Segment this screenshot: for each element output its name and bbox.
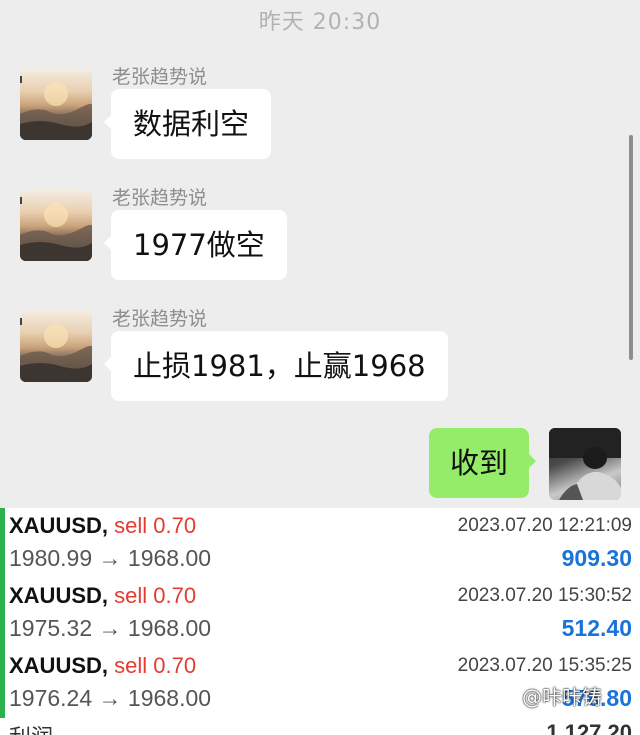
sender-name: 老张趋势说 [112,187,208,209]
my-message-bubble[interactable]: 收到 [429,428,536,498]
trade-prices: 1976.24 → 1968.00 [9,685,212,711]
chat-timestamp: 昨天 20:30 [258,10,382,35]
trade-symbol: XAUUSD, [9,653,109,678]
summary-label: 利润 [9,720,53,735]
message-bubble[interactable]: 数据利空 [103,89,272,159]
summary-row: 利润 1 127.20 [0,718,640,735]
sender-name: 老张趋势说 [112,308,208,330]
trade-side: sell [114,653,148,678]
sender-avatar[interactable] [20,310,92,382]
tick-mark [20,197,22,204]
message-bubble[interactable]: 止损1981，止赢1968 [104,331,448,401]
chat-view: 昨天 20:30 老张趋势说 数据利空 老张趋势说 1977做空 老张趋势说 止… [0,0,640,508]
my-avatar[interactable] [549,428,621,500]
trade-title: XAUUSD, sell 0.70 [9,583,196,609]
message-bubble[interactable]: 1977做空 [104,210,287,280]
trade-symbol: XAUUSD, [9,513,109,538]
sender-avatar[interactable] [20,68,92,140]
row-marker [0,648,5,718]
row-marker [0,508,5,578]
trade-lots: 0.70 [153,513,197,538]
trade-prices: 1980.99 → 1968.00 [9,545,212,571]
trade-lots: 0.70 [153,653,197,678]
trade-side: sell [114,583,148,608]
trade-lots: 0.70 [153,583,197,608]
tick-mark [20,76,22,83]
trade-profit: 512.40 [561,615,632,641]
trade-row[interactable]: XAUUSD, sell 0.70 2023.07.20 12:21:09 19… [0,508,640,579]
summary-value: 1 127.20 [546,720,632,735]
sender-name: 老张趋势说 [112,66,208,88]
my-message: 收到 [0,428,640,500]
trade-time: 2023.07.20 12:21:09 [457,515,632,536]
tick-mark [20,318,22,325]
trade-side: sell [114,513,148,538]
sender-avatar[interactable] [20,189,92,261]
trade-profit: 909.30 [561,545,632,571]
trade-symbol: XAUUSD, [9,583,109,608]
row-marker [0,578,5,648]
trade-prices: 1975.32 → 1968.00 [9,615,212,641]
chat-message: 老张趋势说 止损1981，止赢1968 [0,308,640,420]
trade-title: XAUUSD, sell 0.70 [9,653,196,679]
trade-row[interactable]: XAUUSD, sell 0.70 2023.07.20 15:30:52 19… [0,578,640,649]
chat-message: 老张趋势说 1977做空 [0,187,640,299]
trade-title: XAUUSD, sell 0.70 [9,513,196,539]
chat-message: 老张趋势说 数据利空 [0,66,640,178]
watermark: @咔咔铸 [522,685,602,709]
trade-time: 2023.07.20 15:30:52 [457,585,632,606]
trade-time: 2023.07.20 15:35:25 [457,655,632,676]
